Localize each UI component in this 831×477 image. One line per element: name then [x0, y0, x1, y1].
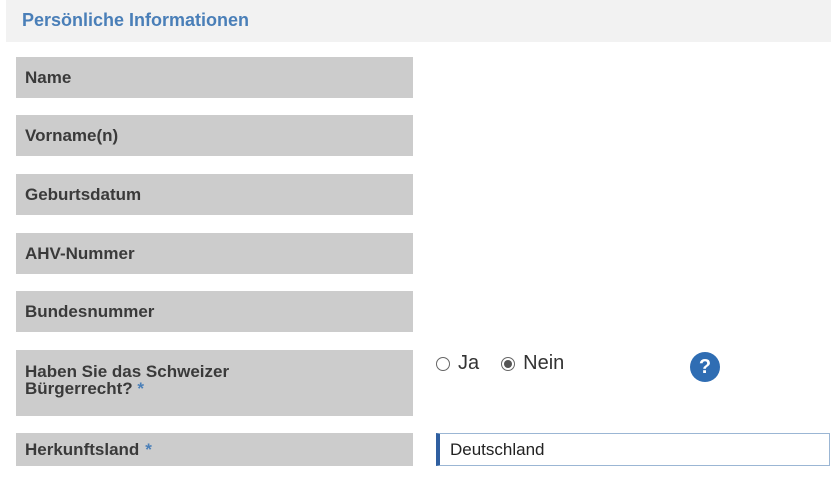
origin-country-input[interactable] — [436, 433, 830, 466]
origin-country-label: Herkunftsland * — [16, 433, 413, 466]
radio-nein-label[interactable]: Nein — [523, 352, 564, 375]
radio-nein[interactable] — [501, 356, 516, 371]
birthdate-label-text: Geburtsdatum — [25, 184, 142, 204]
required-asterisk: * — [145, 439, 152, 459]
radio-ja-label[interactable]: Ja — [458, 352, 479, 375]
ahv-number-label-text: AHV-Nummer — [25, 243, 135, 263]
first-names-label: Vorname(n) — [16, 115, 413, 156]
radio-ja[interactable] — [436, 356, 450, 371]
birthdate-label: Geburtsdatum — [16, 174, 413, 215]
federal-number-label: Bundesnummer — [16, 291, 413, 332]
help-icon[interactable]: ? — [690, 352, 720, 382]
swiss-citizenship-label-line2: Bürgerrecht? — [25, 379, 133, 398]
ahv-number-label: AHV-Nummer — [16, 233, 413, 274]
first-names-label-text: Vorname(n) — [25, 125, 119, 145]
federal-number-label-text: Bundesnummer — [25, 301, 155, 321]
citizenship-radio-group: Ja Nein — [436, 352, 564, 375]
swiss-citizenship-label-line1: Haben Sie das Schweizer — [25, 362, 230, 381]
required-asterisk: * — [137, 379, 145, 398]
section-title: Persönliche Informationen — [22, 10, 250, 30]
name-label-text: Name — [25, 67, 72, 87]
section-header: Persönliche Informationen — [6, 0, 831, 42]
swiss-citizenship-label: Haben Sie das Schweizer Bürgerrecht? * — [16, 350, 413, 416]
origin-country-label-text: Herkunftsland — [25, 439, 140, 459]
name-label: Name — [16, 57, 413, 98]
